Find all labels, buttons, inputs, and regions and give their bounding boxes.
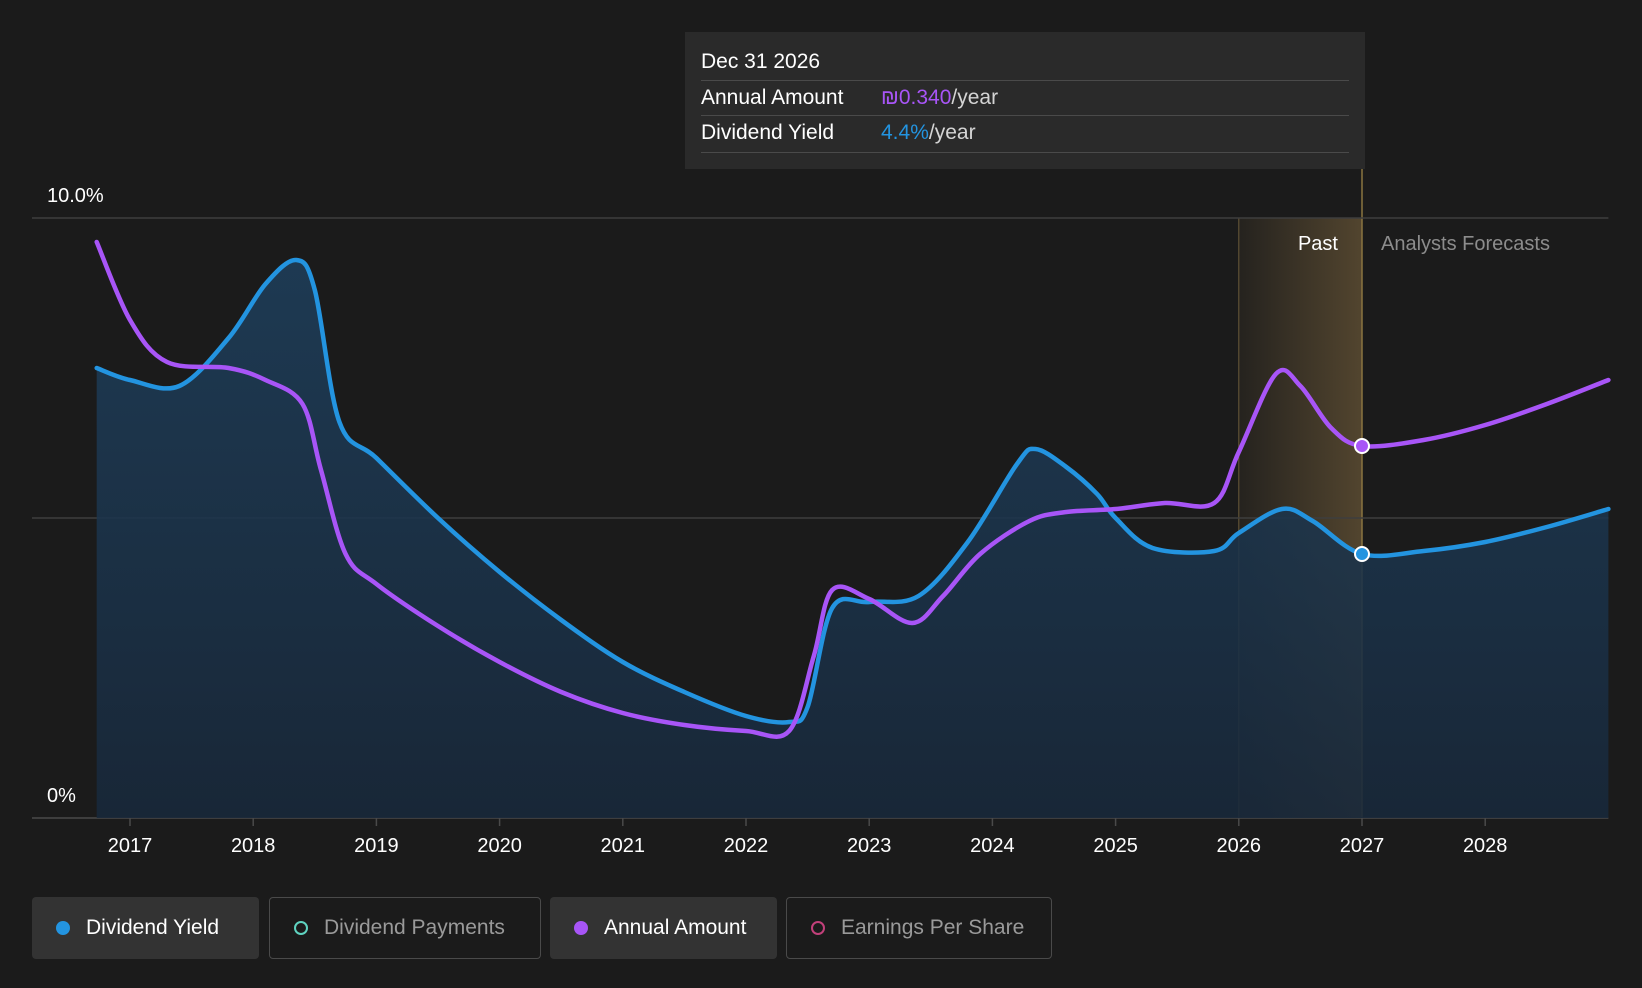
x-tick-label: 2023 [847, 835, 892, 857]
x-tick-label: 2019 [354, 835, 399, 857]
legend-label: Dividend Payments [324, 916, 505, 939]
tooltip-annual-amount-value: ₪0.340 [881, 86, 952, 109]
legend-label: Dividend Yield [86, 916, 220, 939]
legend-dot-icon [56, 921, 70, 935]
y-tick-label: 10.0% [47, 185, 104, 207]
legend-ring-icon [294, 921, 308, 935]
tooltip-row-annual-amount: Annual Amount ₪0.340/year [701, 80, 1349, 115]
tooltip-unit: /year [928, 121, 976, 144]
legend-label: Annual Amount [604, 916, 747, 939]
x-tick-label: 2021 [601, 835, 646, 857]
tooltip-unit: /year [951, 86, 999, 109]
tooltip-label: Dividend Yield [701, 121, 835, 144]
x-tick-label: 2024 [970, 835, 1015, 857]
x-tick-label: 2022 [724, 835, 769, 857]
tooltip: Dec 31 2026 Annual Amount ₪0.340/year Di… [685, 32, 1365, 169]
legend-dividend-payments[interactable]: Dividend Payments [269, 897, 541, 959]
y-tick-label: 0% [47, 785, 76, 807]
tooltip-label: Annual Amount [701, 86, 844, 109]
tooltip-dividend-yield-value: 4.4% [881, 121, 929, 144]
x-tick-label: 2025 [1093, 835, 1138, 857]
legend-earnings-per-share[interactable]: Earnings Per Share [786, 897, 1052, 959]
past-label: Past [1298, 233, 1338, 255]
legend-label: Earnings Per Share [841, 916, 1025, 939]
x-tick-label: 2027 [1340, 835, 1385, 857]
x-tick-label: 2018 [231, 835, 276, 857]
x-tick-label: 2028 [1463, 835, 1508, 857]
forecast-label: Analysts Forecasts [1381, 233, 1550, 255]
annual-amount-marker [1354, 438, 1370, 454]
legend-annual-amount[interactable]: Annual Amount [550, 897, 777, 959]
legend-dot-icon [574, 921, 588, 935]
x-tick-label: 2020 [477, 835, 522, 857]
legend-dividend-yield[interactable]: Dividend Yield [32, 897, 259, 959]
tooltip-divider [701, 152, 1349, 153]
x-tick-label: 2026 [1217, 835, 1262, 857]
x-tick-label: 2017 [108, 835, 153, 857]
tooltip-date: Dec 31 2026 [701, 50, 821, 73]
dividend-yield-marker [1354, 546, 1370, 562]
legend-ring-icon [811, 921, 825, 935]
tooltip-row-dividend-yield: Dividend Yield 4.4%/year [701, 115, 1349, 150]
